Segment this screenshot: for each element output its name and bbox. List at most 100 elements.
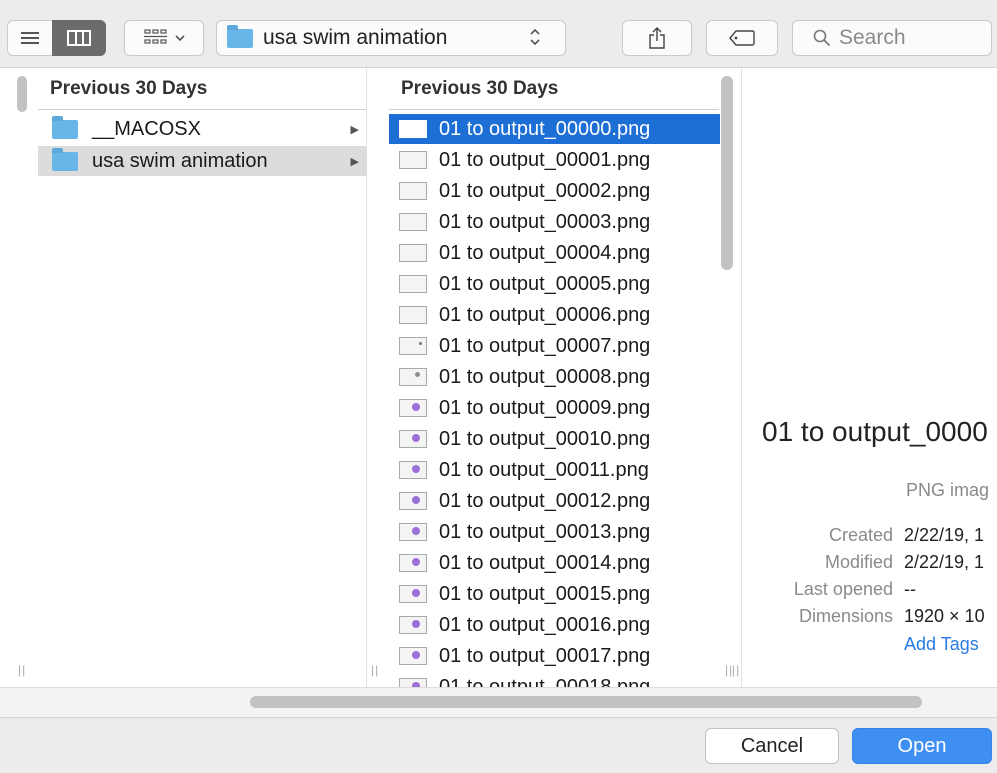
png-file-icon	[399, 306, 427, 324]
folder-icon	[52, 147, 78, 171]
file-name: 01 to output_00007.png	[439, 334, 651, 357]
grid-arrange-icon	[144, 29, 167, 44]
png-file-icon	[399, 461, 427, 479]
file-row[interactable]: 01 to output_00001.png	[389, 145, 720, 175]
png-file-icon	[399, 151, 427, 169]
png-file-icon	[399, 213, 427, 231]
png-file-icon	[399, 492, 427, 510]
disclosure-arrow-icon: ▶	[350, 155, 359, 168]
search-placeholder: Search	[839, 26, 906, 49]
file-row[interactable]: 01 to output_00002.png	[389, 176, 720, 206]
file-row[interactable]: 01 to output_00000.png	[389, 114, 720, 144]
cancel-button[interactable]: Cancel	[705, 728, 839, 764]
file-row[interactable]: 01 to output_00007.png	[389, 331, 720, 361]
column-header: Previous 30 Days	[38, 68, 366, 110]
folder-icon	[52, 115, 78, 139]
share-button[interactable]	[622, 20, 692, 56]
file-name: 01 to output_00008.png	[439, 365, 651, 388]
png-file-icon	[399, 523, 427, 541]
column-header: Previous 30 Days	[389, 68, 719, 110]
png-file-icon	[399, 120, 427, 138]
file-row[interactable]: 01 to output_00010.png	[389, 424, 720, 454]
file-row[interactable]: 01 to output_00005.png	[389, 269, 720, 299]
column-view-icon	[67, 30, 91, 46]
preview-title: 01 to output_0000	[762, 416, 988, 447]
file-name: 01 to output_00013.png	[439, 520, 651, 543]
folder-column: Previous 30 Days __MACOSX ▶ usa swim ani…	[0, 68, 367, 687]
folder-name: usa swim animation	[92, 149, 268, 172]
column-view-button[interactable]	[52, 20, 106, 56]
meta-value: 1920 × 10	[904, 606, 985, 626]
file-row[interactable]: 01 to output_00017.png	[389, 641, 720, 671]
file-row[interactable]: 01 to output_00003.png	[389, 207, 720, 237]
arrange-button[interactable]	[124, 20, 204, 56]
file-name: 01 to output_00016.png	[439, 613, 651, 636]
file-name: 01 to output_00015.png	[439, 582, 651, 605]
file-row[interactable]: 01 to output_00014.png	[389, 548, 720, 578]
list-view-button[interactable]	[7, 20, 53, 56]
png-file-icon	[399, 647, 427, 665]
file-row[interactable]: 01 to output_00015.png	[389, 579, 720, 609]
scrollbar-thumb[interactable]	[17, 76, 27, 112]
meta-created: Created 2/22/19, 1	[742, 525, 997, 551]
disclosure-arrow-icon: ▶	[350, 123, 359, 136]
file-row[interactable]: 01 to output_00004.png	[389, 238, 720, 268]
file-row[interactable]: 01 to output_00011.png	[389, 455, 720, 485]
preview-pane: 01 to output_0000 PNG imag Created 2/22/…	[732, 68, 997, 687]
meta-key: Created	[828, 525, 893, 545]
file-row[interactable]: 01 to output_00008.png	[389, 362, 720, 392]
file-row[interactable]: 01 to output_00013.png	[389, 517, 720, 547]
meta-dimensions: Dimensions 1920 × 10	[742, 606, 997, 632]
png-file-icon	[399, 585, 427, 603]
search-field[interactable]: Search	[792, 20, 992, 56]
meta-key: Last opened	[793, 579, 893, 599]
png-file-icon	[399, 368, 427, 386]
png-file-icon	[399, 337, 427, 355]
column-resize-handle[interactable]: ||	[371, 663, 379, 677]
meta-modified: Modified 2/22/19, 1	[742, 552, 997, 578]
file-row[interactable]: 01 to output_00016.png	[389, 610, 720, 640]
column-scrollbar-thumb[interactable]	[721, 76, 733, 270]
png-file-icon	[399, 616, 427, 634]
file-name: 01 to output_00001.png	[439, 148, 651, 171]
meta-last-opened: Last opened --	[742, 579, 997, 605]
file-name: 01 to output_00002.png	[439, 179, 651, 202]
add-tags-link[interactable]: Add Tags	[904, 634, 979, 655]
dialog-footer: Cancel Open	[0, 717, 997, 773]
location-popup[interactable]: usa swim animation	[216, 20, 566, 56]
horizontal-scrollbar-thumb[interactable]	[250, 696, 922, 708]
png-file-icon	[399, 554, 427, 572]
horizontal-scrollbar[interactable]	[0, 687, 997, 717]
png-file-icon	[399, 182, 427, 200]
folder-row-macosx[interactable]: __MACOSX ▶	[38, 114, 367, 144]
file-row[interactable]: 01 to output_00006.png	[389, 300, 720, 330]
png-file-icon	[399, 430, 427, 448]
folder-name: __MACOSX	[92, 117, 201, 140]
open-button[interactable]: Open	[852, 728, 992, 764]
meta-value: 2/22/19, 1	[904, 552, 985, 572]
file-column: Previous 30 Days 01 to output_00000.png 0…	[367, 68, 742, 698]
magnifier-icon	[813, 29, 831, 47]
column-resize-handle[interactable]: ||	[732, 663, 740, 677]
file-name: 01 to output_00000.png	[439, 117, 651, 140]
png-file-icon	[399, 275, 427, 293]
folder-row-usa-swim-animation[interactable]: usa swim animation ▶	[38, 146, 367, 176]
meta-value: 2/22/19, 1	[904, 525, 985, 545]
file-name: 01 to output_00017.png	[439, 644, 651, 667]
file-name: 01 to output_00006.png	[439, 303, 651, 326]
column-scrollbar[interactable]	[14, 76, 30, 676]
file-row[interactable]: 01 to output_00009.png	[389, 393, 720, 423]
meta-key: Dimensions	[798, 606, 893, 626]
file-name: 01 to output_00014.png	[439, 551, 651, 574]
tag-button[interactable]	[706, 20, 778, 56]
column-resize-handle[interactable]: ||	[18, 663, 26, 677]
meta-value: --	[904, 579, 916, 599]
file-name: 01 to output_00012.png	[439, 489, 651, 512]
file-row[interactable]: 01 to output_00012.png	[389, 486, 720, 516]
location-label: usa swim animation	[263, 26, 448, 49]
tag-icon	[729, 30, 755, 46]
file-name: 01 to output_00005.png	[439, 272, 651, 295]
file-name: 01 to output_00010.png	[439, 427, 651, 450]
png-file-icon	[399, 399, 427, 417]
chevron-down-icon	[175, 35, 185, 42]
